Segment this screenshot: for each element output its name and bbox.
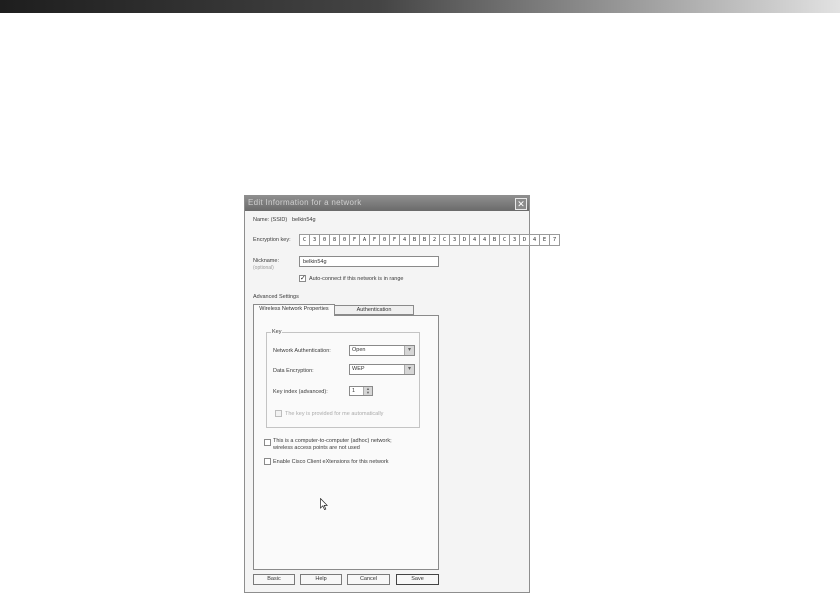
encryption-key-char: 7 bbox=[549, 234, 560, 246]
page-header-bar bbox=[0, 0, 840, 13]
save-button[interactable]: Save bbox=[396, 574, 439, 585]
edit-network-dialog: Edit Information for a network ✕ Name: (… bbox=[244, 195, 560, 593]
dialog-title: Edit Information for a network bbox=[248, 198, 362, 207]
help-button[interactable]: Help bbox=[300, 574, 342, 585]
nickname-input[interactable]: belkin54g bbox=[299, 256, 439, 267]
chevron-down-icon[interactable]: ▾ bbox=[404, 365, 414, 374]
data-encryption-value: WEP bbox=[352, 366, 365, 372]
key-index-stepper[interactable]: 1 ▲ ▼ bbox=[349, 386, 373, 396]
data-encryption-label: Data Encryption: bbox=[273, 368, 314, 374]
encryption-key-label: Encryption key: bbox=[253, 237, 291, 243]
tab-label: Wireless Network Properties bbox=[259, 306, 329, 312]
network-authentication-value: Open bbox=[352, 347, 366, 353]
advanced-settings-label: Advanced Settings bbox=[253, 294, 299, 300]
adhoc-label-line2: wireless access points are not used bbox=[273, 445, 360, 451]
network-authentication-select[interactable]: Open ▾ bbox=[349, 345, 415, 356]
close-icon: ✕ bbox=[517, 199, 525, 209]
cancel-button[interactable]: Cancel bbox=[347, 574, 390, 585]
data-encryption-select[interactable]: WEP ▾ bbox=[349, 364, 415, 375]
encryption-key-field[interactable]: C3080FAF0F4BB2C3D44BC3D4E7 bbox=[299, 234, 560, 246]
key-provided-checkbox[interactable] bbox=[275, 410, 282, 417]
cisco-checkbox[interactable] bbox=[264, 458, 271, 465]
key-group-title: Key bbox=[271, 329, 283, 335]
spinner-arrows-icon[interactable]: ▲ ▼ bbox=[363, 387, 372, 395]
key-provided-label: The key is provided for me automatically bbox=[285, 411, 384, 417]
tab-authentication[interactable]: Authentication bbox=[334, 305, 414, 315]
close-button[interactable]: ✕ bbox=[515, 198, 527, 210]
checkmark-icon: ✓ bbox=[300, 275, 306, 282]
tab-panel-wireless: Key Network Authentication: Open ▾ Data … bbox=[253, 315, 439, 570]
nickname-input-value: belkin54g bbox=[303, 259, 327, 265]
tab-label: Authentication bbox=[356, 307, 392, 313]
key-groupbox: Key Network Authentication: Open ▾ Data … bbox=[266, 329, 420, 428]
dialog-titlebar[interactable]: Edit Information for a network ✕ bbox=[245, 196, 529, 211]
nickname-label: Nickname: bbox=[253, 258, 279, 264]
ssid-value: belkin54g bbox=[292, 217, 316, 223]
key-index-label: Key index (advanced): bbox=[273, 389, 328, 395]
adhoc-checkbox[interactable] bbox=[264, 439, 271, 446]
chevron-down-icon[interactable]: ▾ bbox=[404, 346, 414, 355]
mouse-pointer-icon bbox=[320, 498, 328, 510]
auto-connect-checkbox[interactable]: ✓ bbox=[299, 275, 306, 282]
tab-wireless-network-properties[interactable]: Wireless Network Properties bbox=[253, 304, 335, 316]
auto-connect-label: Auto-connect if this network is in range bbox=[309, 276, 404, 282]
ssid-label: Name: (SSID) bbox=[253, 217, 288, 223]
cisco-label: Enable Cisco Client eXtensions for this … bbox=[273, 459, 389, 465]
key-index-value: 1 bbox=[352, 388, 356, 394]
adhoc-label-line1: This is a computer-to-computer (adhoc) n… bbox=[273, 438, 392, 444]
nickname-hint: (optional) bbox=[253, 265, 274, 271]
basic-button[interactable]: Basic bbox=[253, 574, 295, 585]
network-authentication-label: Network Authentication: bbox=[273, 348, 331, 354]
